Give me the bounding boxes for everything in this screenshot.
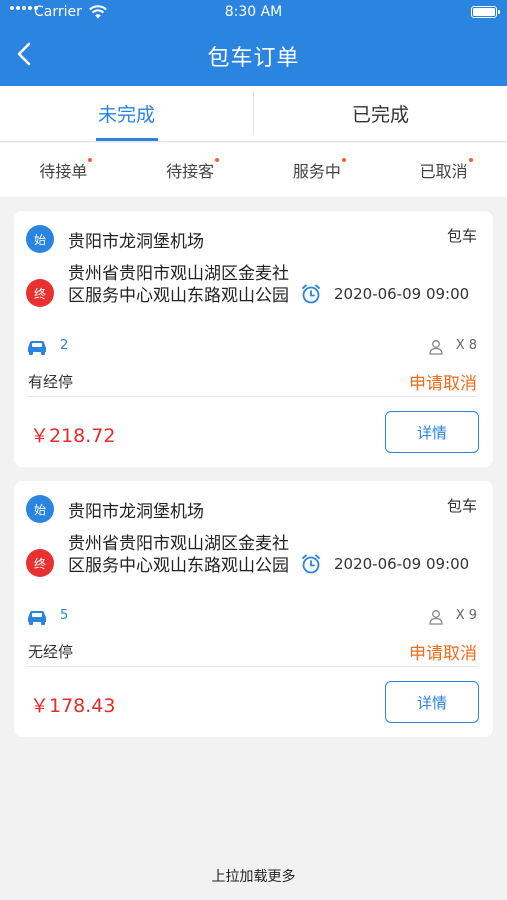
subtab-label: 已取消: [419, 158, 473, 182]
subtab-label: 待接单: [39, 158, 93, 182]
notification-dot: [468, 158, 473, 162]
start-location: 贵阳市龙洞堡机场: [68, 501, 204, 522]
car-count: 2: [60, 338, 69, 353]
pickup-datetime: 2020-06-09 09:00: [334, 285, 470, 303]
person-icon: [429, 340, 443, 355]
battery-icon: [471, 6, 500, 18]
request-cancel-link[interactable]: 申请取消: [409, 369, 477, 394]
request-cancel-link[interactable]: 申请取消: [409, 639, 477, 664]
end-location-badge-row: 终: [26, 549, 54, 577]
car-icon: [28, 341, 46, 355]
notification-dot: [215, 158, 220, 162]
clock-time: 8:30 AM: [224, 4, 283, 20]
order-type-label: 包车: [446, 227, 477, 245]
tab-completed[interactable]: 已完成: [254, 86, 507, 141]
end-badge: 终: [26, 279, 54, 307]
load-more-hint: 上拉加载更多: [211, 869, 296, 885]
card-divider: [26, 396, 477, 397]
notification-dot: [341, 158, 346, 162]
subtab-text: 待接单: [39, 162, 88, 181]
app-header: Carrier 8:30 AM 包车订单: [0, 0, 507, 86]
end-location: 贵州省贵阳市观山湖区金麦社区服务中心观山东路观山公园: [68, 534, 289, 576]
alarm-clock-icon: [302, 284, 320, 304]
order-filter-tabs: 待接单 待接客 服务中 已取消: [0, 143, 507, 197]
stopover-status: 无经停: [28, 643, 74, 661]
order-type-label: 包车: [446, 497, 477, 515]
status-bar: Carrier 8:30 AM: [0, 0, 507, 26]
end-location: 贵州省贵阳市观山湖区金麦社区服务中心观山东路观山公园: [68, 264, 289, 306]
subtab-label: 待接客: [166, 158, 220, 182]
alarm-clock-icon: [302, 554, 320, 574]
start-location-row: 始 贵阳市龙洞堡机场: [26, 225, 204, 253]
details-button[interactable]: 详情: [385, 411, 479, 453]
subtab-text: 待接客: [166, 162, 215, 181]
car-icon: [28, 611, 46, 625]
start-badge: 始: [26, 225, 54, 253]
subtab-pending-accept[interactable]: 待接单: [0, 143, 127, 197]
order-card[interactable]: 始 贵阳市龙洞堡机场 包车 终 贵州省贵阳市观山湖区金麦社区服务中心观山东路观山…: [14, 211, 493, 467]
passenger-count: X 9: [455, 608, 477, 623]
order-price: ￥218.72: [30, 425, 116, 447]
subtab-text: 服务中: [292, 162, 341, 181]
car-count: 5: [60, 608, 69, 623]
tab-incomplete[interactable]: 未完成: [0, 86, 253, 141]
page-title: 包车订单: [207, 46, 300, 71]
start-location: 贵阳市龙洞堡机场: [68, 231, 204, 252]
order-price: ￥178.43: [30, 695, 116, 717]
order-status-tabs: 未完成 已完成: [0, 86, 507, 142]
details-button[interactable]: 详情: [385, 681, 479, 723]
passenger-count: X 8: [455, 338, 477, 353]
start-badge: 始: [26, 495, 54, 523]
stopover-status: 有经停: [28, 373, 74, 391]
subtab-pending-pickup[interactable]: 待接客: [127, 143, 254, 197]
subtab-in-service[interactable]: 服务中: [254, 143, 381, 197]
card-divider: [26, 666, 477, 667]
pickup-datetime: 2020-06-09 09:00: [334, 555, 470, 573]
person-icon: [429, 610, 443, 625]
end-location-badge-row: 终: [26, 279, 54, 307]
subtab-label: 服务中: [292, 158, 346, 182]
start-location-row: 始 贵阳市龙洞堡机场: [26, 495, 204, 523]
order-card[interactable]: 始 贵阳市龙洞堡机场 包车 终 贵州省贵阳市观山湖区金麦社区服务中心观山东路观山…: [14, 481, 493, 737]
subtab-text: 已取消: [419, 162, 468, 181]
notification-dot: [88, 158, 93, 162]
subtab-cancelled[interactable]: 已取消: [380, 143, 507, 197]
end-badge: 终: [26, 549, 54, 577]
